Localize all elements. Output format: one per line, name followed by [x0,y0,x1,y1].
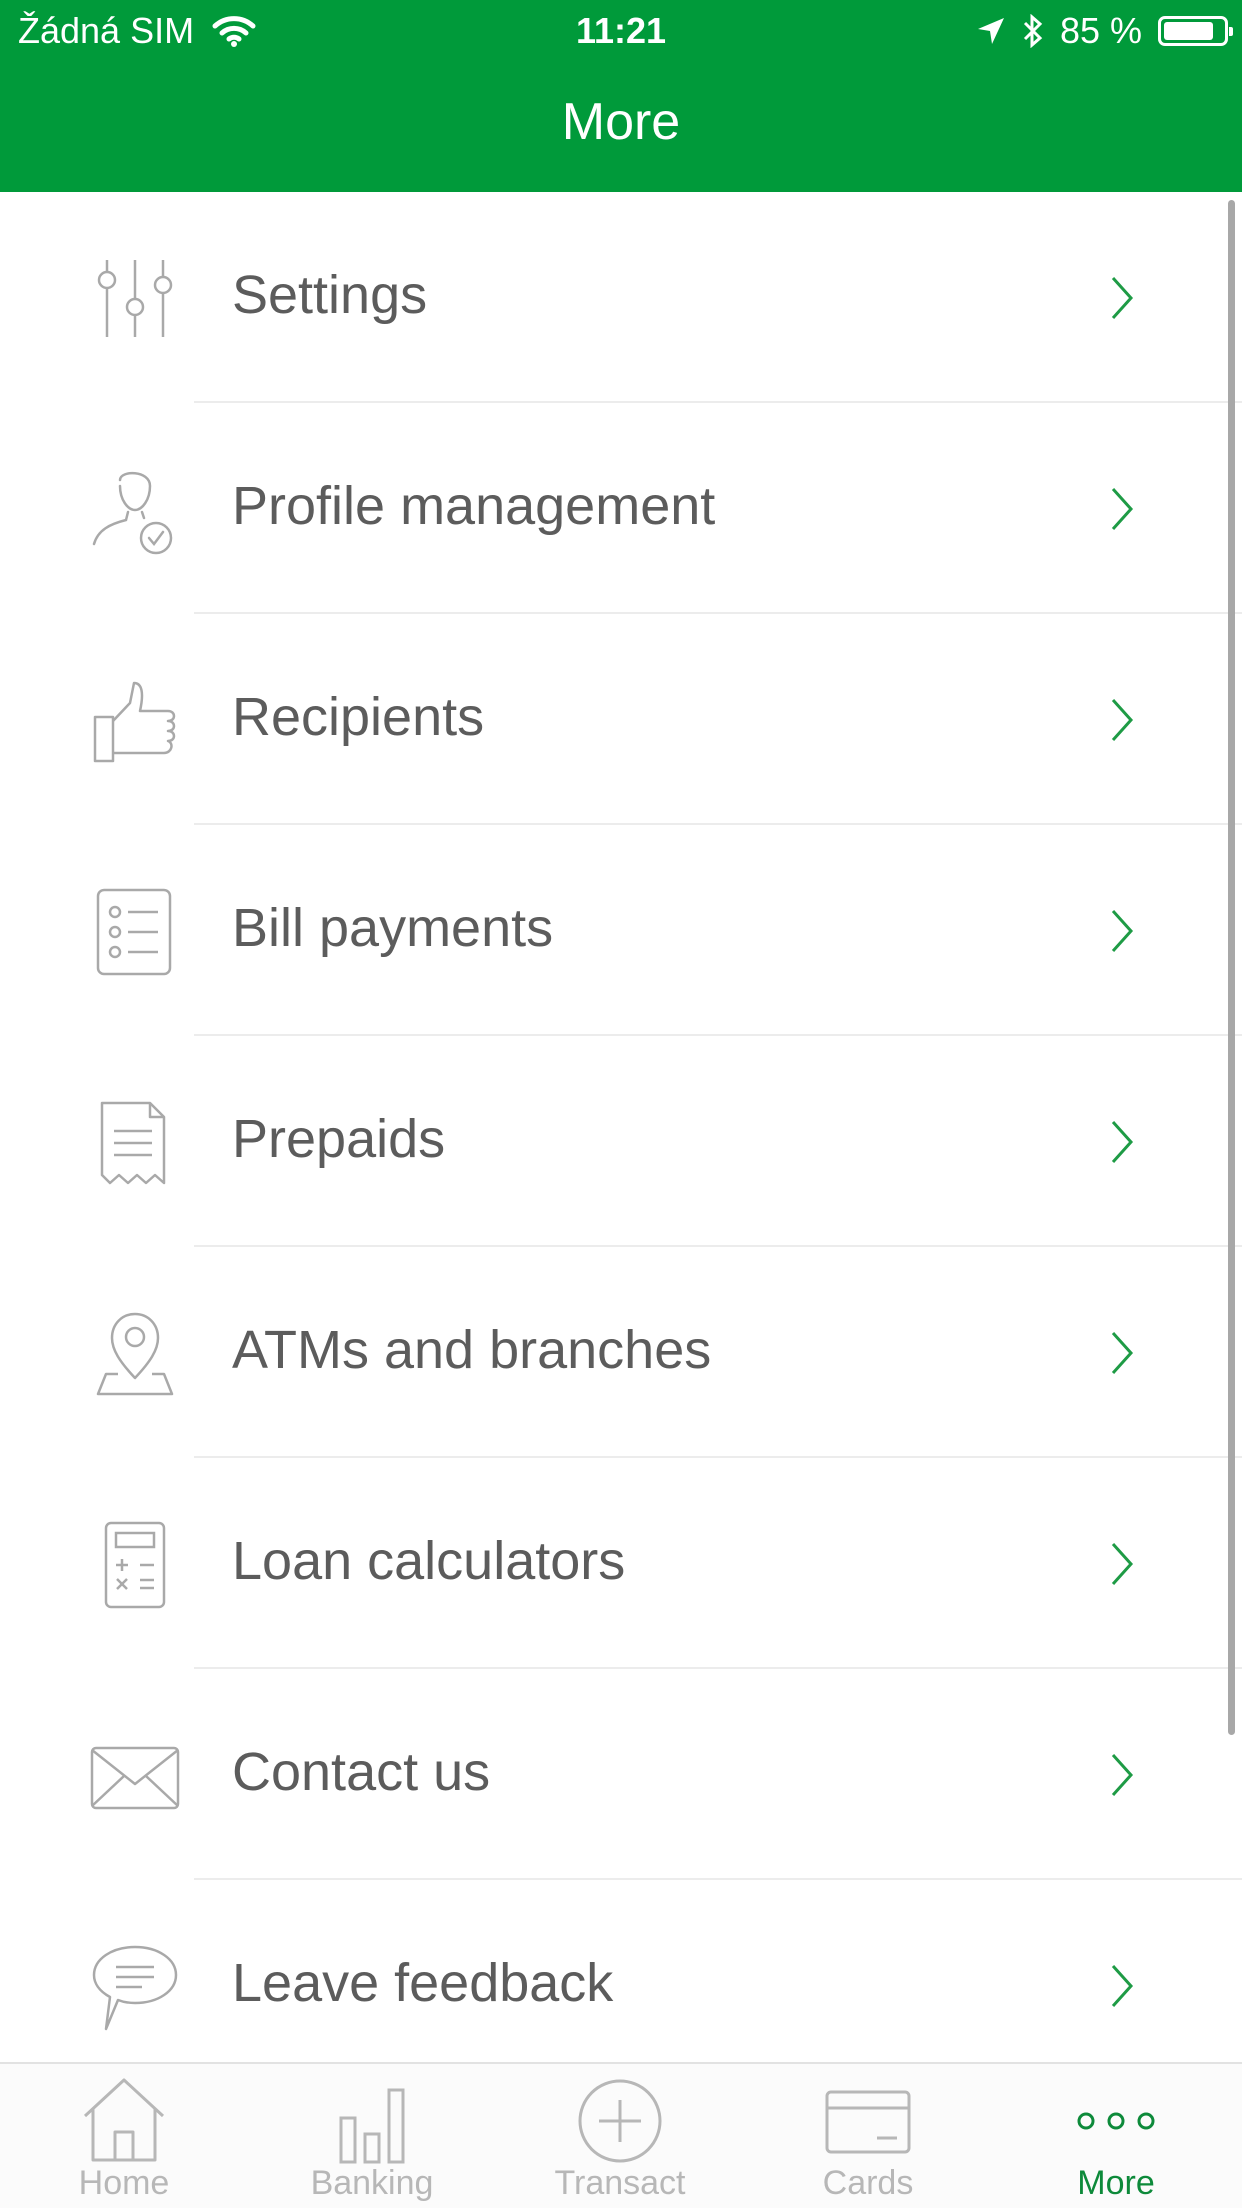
header-bar: More [0,62,1242,192]
bluetooth-icon [1023,14,1043,48]
plus-circle-icon [578,2079,662,2163]
menu-item-contact-us[interactable]: Contact us [0,1669,1242,1880]
menu-item-settings[interactable]: Settings [0,192,1242,403]
chevron-right-icon [1111,1753,1134,1797]
battery-percent: 85 % [1059,10,1142,51]
menu-item-label: Profile management [232,476,716,536]
menu-item-label: Prepaids [232,1109,446,1169]
menu-item-label: Bill payments [232,898,554,958]
menu-item-label: Leave feedback [232,1953,614,2013]
menu-item-label: ATMs and branches [232,1320,712,1380]
menu-item-atms-and-branches[interactable]: ATMs and branches [0,1247,1242,1458]
battery-icon [1158,16,1233,46]
page-title: More [561,93,681,151]
menu-item-label: Loan calculators [232,1531,626,1591]
user-check-icon [92,472,173,555]
chevron-right-icon [1111,1964,1134,2008]
menu-item-loan-calculators[interactable]: Loan calculators [0,1458,1242,1669]
checklist-icon [96,888,172,976]
tab-label: Banking [310,2164,434,2202]
tab-label: Cards [822,2164,914,2202]
menu-item-recipients[interactable]: Recipients [0,614,1242,825]
chevron-right-icon [1111,487,1134,531]
menu-item-profile-management[interactable]: Profile management [0,403,1242,614]
status-bar: Žádná SIM 11:21 85 % [0,0,1242,62]
tab-transact[interactable]: Transact [496,2064,744,2210]
calculator-icon [104,1521,166,1609]
menu-item-leave-feedback[interactable]: Leave feedback [0,1880,1242,2062]
menu-list[interactable]: Settings Profile management Recipients B… [0,192,1242,2062]
battery-fill [1164,22,1213,40]
chevron-right-icon [1111,1120,1134,1164]
menu-item-bill-payments[interactable]: Bill payments [0,825,1242,1036]
thumbs-up-icon [93,681,176,763]
chevron-right-icon [1111,698,1134,742]
tab-more[interactable]: More [992,2064,1240,2210]
home-icon [83,2078,165,2162]
receipt-icon [100,1101,166,1185]
chevron-right-icon [1111,1331,1134,1375]
map-pin-icon [96,1312,174,1396]
chevron-right-icon [1111,1542,1134,1586]
bar-chart-icon [339,2088,405,2164]
envelope-icon [90,1746,180,1810]
card-icon [825,2090,911,2154]
tab-cards[interactable]: Cards [744,2064,992,2210]
tab-bar: Home Banking Transact Cards More [0,2062,1242,2208]
more-dots-icon [1077,2112,1155,2130]
tab-home[interactable]: Home [0,2064,248,2210]
menu-item-label: Recipients [232,687,485,747]
menu-item-prepaids[interactable]: Prepaids [0,1036,1242,1247]
tab-label: Home [78,2164,170,2202]
chat-bubble-icon [92,1945,178,2031]
scrollbar[interactable] [1228,200,1235,1735]
sliders-icon [97,260,173,337]
status-right: 85 % [976,10,1233,52]
menu-item-label: Contact us [232,1742,491,1802]
tab-label: More [1077,2164,1155,2202]
tab-banking[interactable]: Banking [248,2064,496,2210]
tab-label: Transact [554,2164,686,2202]
chevron-right-icon [1111,909,1134,953]
chevron-right-icon [1111,276,1134,320]
location-arrow-icon [977,18,1004,44]
menu-item-label: Settings [232,265,428,325]
